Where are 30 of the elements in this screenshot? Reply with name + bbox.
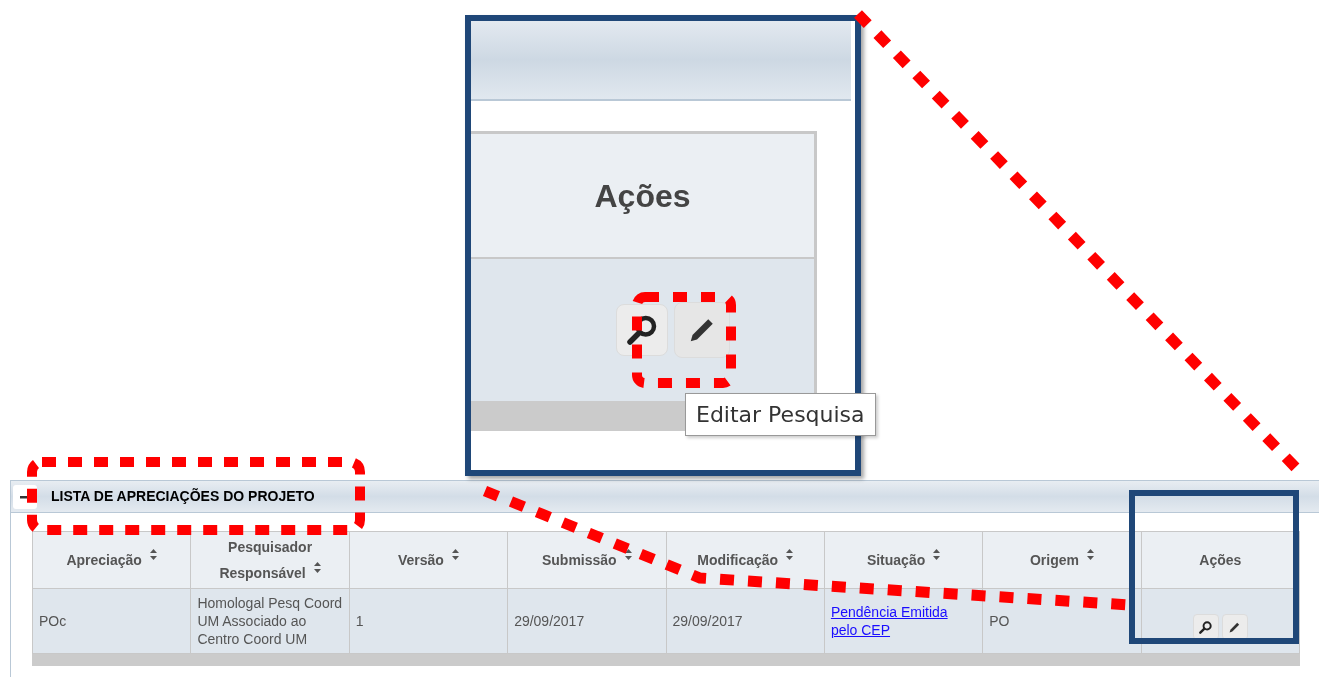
column-header: Ações (1141, 531, 1300, 589)
panel-title: LISTA DE APRECIAÇÕES DO PROJETO (51, 487, 315, 506)
sort-icon (451, 549, 459, 560)
table-cell: Homologal Pesq Coord UM Associado ao Centro Coord UM (190, 588, 350, 654)
status-link[interactable]: Pendência Emitida pelo CEP (830, 603, 977, 639)
column-header[interactable]: Origem (982, 531, 1142, 589)
sort-icon (624, 549, 632, 560)
table-header-cell: Ações (471, 131, 817, 259)
search-icon (1199, 620, 1213, 634)
column-header[interactable]: Versão (349, 531, 508, 589)
column-header[interactable]: Pesquisador Responsável (190, 531, 350, 589)
sort-icon (786, 549, 794, 560)
column-header[interactable]: Apreciação (32, 531, 191, 589)
sort-icon (313, 562, 321, 573)
pencil-icon (1228, 620, 1242, 634)
sort-icon (149, 549, 157, 560)
column-header[interactable]: Submissão (507, 531, 666, 589)
table-cell: POc (32, 588, 191, 654)
table-cell: 29/09/2017 (666, 588, 825, 654)
sort-icon (1086, 549, 1094, 560)
edit-button[interactable] (673, 302, 730, 358)
view-button[interactable] (1192, 614, 1219, 640)
tooltip: Editar Pesquisa (685, 393, 876, 436)
table-cell: 1 (349, 588, 508, 654)
column-header[interactable]: Situação (824, 531, 983, 589)
sort-icon (933, 549, 941, 560)
edit-button[interactable] (1221, 614, 1248, 640)
view-button[interactable] (615, 304, 668, 356)
search-icon (626, 315, 657, 345)
table-cell: 29/09/2017 (507, 588, 666, 654)
